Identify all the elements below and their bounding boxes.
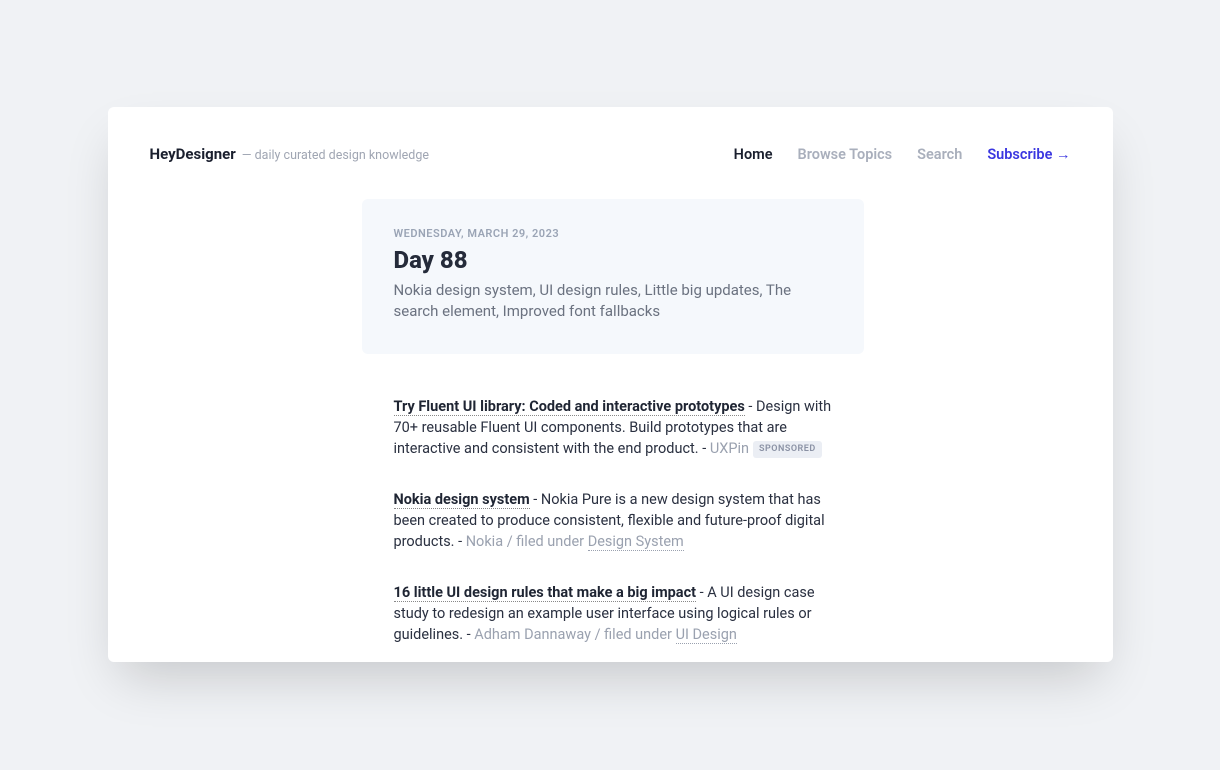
post-title-link[interactable]: 16 little UI design rules that make a bi…: [394, 584, 697, 602]
nav-browse-topics[interactable]: Browse Topics: [798, 146, 893, 163]
content: WEDNESDAY, MARCH 29, 2023 Day 88 Nokia d…: [362, 163, 864, 662]
post-item: 16 little UI design rules that make a bi…: [394, 582, 832, 645]
post-category-link[interactable]: Design System: [588, 533, 684, 551]
hero-subtitle: Nokia design system, UI design rules, Li…: [394, 280, 832, 322]
sponsored-badge: SPONSORED: [753, 441, 822, 458]
header: HeyDesigner — daily curated design knowl…: [108, 107, 1113, 163]
post-category-link[interactable]: UI Design: [676, 626, 737, 644]
brand-name[interactable]: HeyDesigner: [150, 145, 236, 163]
posts-list: Try Fluent UI library: Coded and interac…: [362, 396, 864, 662]
page-card: HeyDesigner — daily curated design knowl…: [108, 107, 1113, 662]
post-source: Adham Dannaway: [474, 626, 591, 643]
post-title-link[interactable]: Try Fluent UI library: Coded and interac…: [394, 398, 745, 416]
hero-panel: WEDNESDAY, MARCH 29, 2023 Day 88 Nokia d…: [362, 199, 864, 354]
hero-title: Day 88: [394, 246, 832, 274]
nav-home[interactable]: Home: [734, 146, 773, 163]
post-item: Try Fluent UI library: Coded and interac…: [394, 396, 832, 459]
brand-tagline: — daily curated design knowledge: [242, 148, 429, 163]
post-filed-label: / filed under: [503, 533, 588, 550]
post-source: Nokia: [466, 533, 503, 550]
nav-search[interactable]: Search: [917, 146, 962, 163]
post-filed-label: / filed under: [591, 626, 676, 643]
post-title-link[interactable]: Nokia design system: [394, 491, 530, 509]
post-source: UXPin: [710, 440, 749, 457]
post-item: Nokia design system - Nokia Pure is a ne…: [394, 489, 832, 552]
nav-subscribe[interactable]: Subscribe →: [987, 146, 1070, 163]
hero-date: WEDNESDAY, MARCH 29, 2023: [394, 227, 832, 240]
nav: Home Browse Topics Search Subscribe →: [734, 146, 1071, 163]
brand: HeyDesigner — daily curated design knowl…: [150, 145, 429, 163]
